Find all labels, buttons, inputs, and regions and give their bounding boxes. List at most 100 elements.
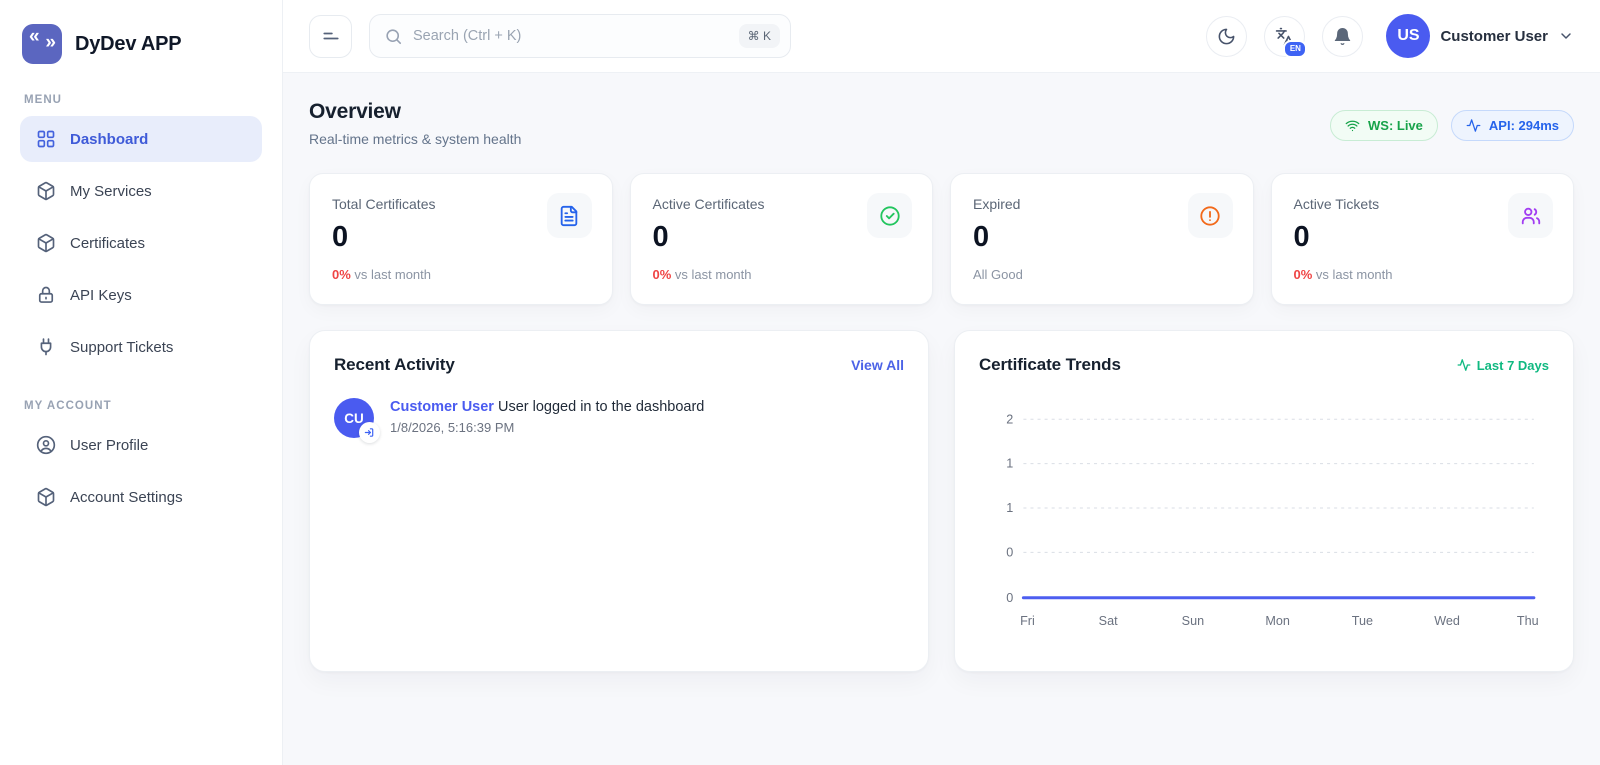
y-tick: 2 xyxy=(1006,412,1013,426)
activity-user-name: Customer User xyxy=(390,399,494,415)
sidebar-item-api-keys[interactable]: API Keys xyxy=(20,272,262,318)
x-tick: Fri xyxy=(1020,614,1035,628)
api-status-badge: API: 294ms xyxy=(1451,110,1574,141)
stat-card-grid: Total Certificates 0 0% vs last month Ac… xyxy=(309,173,1574,305)
sidebar-item-label: Certificates xyxy=(70,235,145,252)
x-tick: Thu xyxy=(1517,614,1539,628)
activity-message: Customer User User logged in to the dash… xyxy=(390,398,704,415)
alert-circle-icon xyxy=(1199,205,1221,227)
user-name: Customer User xyxy=(1440,28,1548,45)
sidebar-item-support-tickets[interactable]: Support Tickets xyxy=(20,324,262,370)
box-icon xyxy=(36,487,56,507)
sidebar-item-certificates[interactable]: Certificates xyxy=(20,220,262,266)
ws-status-label: WS: Live xyxy=(1368,118,1423,133)
activity-avatar: CU xyxy=(334,398,374,438)
search-input[interactable] xyxy=(413,28,729,44)
search-shortcut-badge: ⌘ K xyxy=(739,24,780,48)
recent-activity-header: Recent Activity View All xyxy=(334,355,904,375)
sidebar-item-label: My Services xyxy=(70,183,152,200)
check-circle-icon xyxy=(879,205,901,227)
language-button[interactable]: EN xyxy=(1264,16,1305,57)
stat-delta-value: 0% xyxy=(1294,267,1313,282)
user-circle-icon xyxy=(36,435,56,455)
app-root: « » DyDev APP MENU Dashboard My Services… xyxy=(0,0,1600,765)
sidebar-item-account-settings[interactable]: Account Settings xyxy=(20,474,262,520)
stat-delta-value: 0% xyxy=(653,267,672,282)
chart-svg: 2 1 1 0 0 Fri Sat Sun Mon Tue xyxy=(979,393,1549,647)
stat-delta-suffix: All Good xyxy=(973,267,1023,282)
language-badge: EN xyxy=(1283,40,1307,58)
y-tick: 0 xyxy=(1006,591,1013,605)
x-tick: Sat xyxy=(1099,614,1118,628)
stat-delta-suffix: vs last month xyxy=(671,267,751,282)
stat-card-active-tickets: Active Tickets 0 0% vs last month xyxy=(1271,173,1575,305)
certificate-trends-header: Certificate Trends Last 7 Days xyxy=(979,355,1549,375)
user-avatar[interactable]: US xyxy=(1386,14,1430,58)
stat-card-active-certificates: Active Certificates 0 0% vs last month xyxy=(630,173,934,305)
box-icon xyxy=(36,181,56,201)
stat-icon-box xyxy=(1188,193,1233,238)
stat-icon-box xyxy=(547,193,592,238)
notifications-button[interactable] xyxy=(1322,16,1363,57)
stat-icon-box xyxy=(867,193,912,238)
sidebar-item-my-services[interactable]: My Services xyxy=(20,168,262,214)
x-tick: Tue xyxy=(1352,614,1373,628)
grid-icon xyxy=(36,129,56,149)
topbar: ⌘ K EN US Customer Us xyxy=(283,0,1600,73)
recent-activity-panel: Recent Activity View All CU Customer Use… xyxy=(309,330,929,672)
sidebar-item-dashboard[interactable]: Dashboard xyxy=(20,116,262,162)
menu-icon xyxy=(321,26,341,46)
sidebar-toggle-button[interactable] xyxy=(309,15,352,58)
page-title: Overview xyxy=(309,100,521,124)
y-tick: 1 xyxy=(1006,457,1013,471)
activity-icon xyxy=(1466,118,1481,133)
activity-body: Customer User User logged in to the dash… xyxy=(390,398,704,438)
y-tick: 0 xyxy=(1006,545,1013,559)
user-menu[interactable]: US Customer User xyxy=(1380,14,1574,58)
chevron-down-icon xyxy=(1558,28,1574,44)
dark-mode-button[interactable] xyxy=(1206,16,1247,57)
box-icon xyxy=(36,233,56,253)
sidebar-item-user-profile[interactable]: User Profile xyxy=(20,422,262,468)
sidebar-item-label: Account Settings xyxy=(70,489,183,506)
sidebar-item-label: Dashboard xyxy=(70,131,148,148)
stat-delta-suffix: vs last month xyxy=(1312,267,1392,282)
logo-glyph-left: « xyxy=(29,26,40,48)
status-badges: WS: Live API: 294ms xyxy=(1330,110,1574,141)
logo-icon: « » xyxy=(22,24,62,64)
content-area: Overview Real-time metrics & system heal… xyxy=(283,73,1600,765)
sidebar-item-label: API Keys xyxy=(70,287,132,304)
stat-card-expired: Expired 0 All Good xyxy=(950,173,1254,305)
search-box[interactable]: ⌘ K xyxy=(369,14,791,58)
activity-timestamp: 1/8/2026, 5:16:39 PM xyxy=(390,420,704,435)
page-header-text: Overview Real-time metrics & system heal… xyxy=(309,100,521,147)
stat-delta-suffix: vs last month xyxy=(351,267,431,282)
recent-activity-title: Recent Activity xyxy=(334,355,455,375)
sidebar: « » DyDev APP MENU Dashboard My Services… xyxy=(0,0,283,765)
sidebar-section-menu: MENU xyxy=(24,94,262,106)
log-in-icon xyxy=(359,422,380,443)
logo-glyph-right: » xyxy=(45,32,56,54)
trend-line-chart: 2 1 1 0 0 Fri Sat Sun Mon Tue xyxy=(979,393,1549,647)
stat-icon-box xyxy=(1508,193,1553,238)
users-icon xyxy=(1520,205,1542,227)
y-tick: 1 xyxy=(1006,501,1013,515)
bell-icon xyxy=(1333,27,1352,46)
page-header: Overview Real-time metrics & system heal… xyxy=(309,100,1574,147)
page-subtitle: Real-time metrics & system health xyxy=(309,131,521,147)
stat-delta: All Good xyxy=(973,267,1231,282)
activity-list-item: CU Customer User User logged in to the d… xyxy=(334,398,904,438)
stat-delta: 0% vs last month xyxy=(653,267,911,282)
activity-message-text: User logged in to the dashboard xyxy=(494,399,704,415)
x-tick: Wed xyxy=(1434,614,1460,628)
wifi-icon xyxy=(1345,118,1360,133)
view-all-link[interactable]: View All xyxy=(851,357,904,373)
stat-card-total-certificates: Total Certificates 0 0% vs last month xyxy=(309,173,613,305)
main-column: ⌘ K EN US Customer Us xyxy=(283,0,1600,765)
sidebar-section-account: MY ACCOUNT xyxy=(24,400,262,412)
stat-delta: 0% vs last month xyxy=(1294,267,1552,282)
plug-icon xyxy=(36,337,56,357)
activity-icon xyxy=(1457,358,1471,372)
bottom-panels: Recent Activity View All CU Customer Use… xyxy=(309,330,1574,672)
sidebar-item-label: Support Tickets xyxy=(70,339,173,356)
